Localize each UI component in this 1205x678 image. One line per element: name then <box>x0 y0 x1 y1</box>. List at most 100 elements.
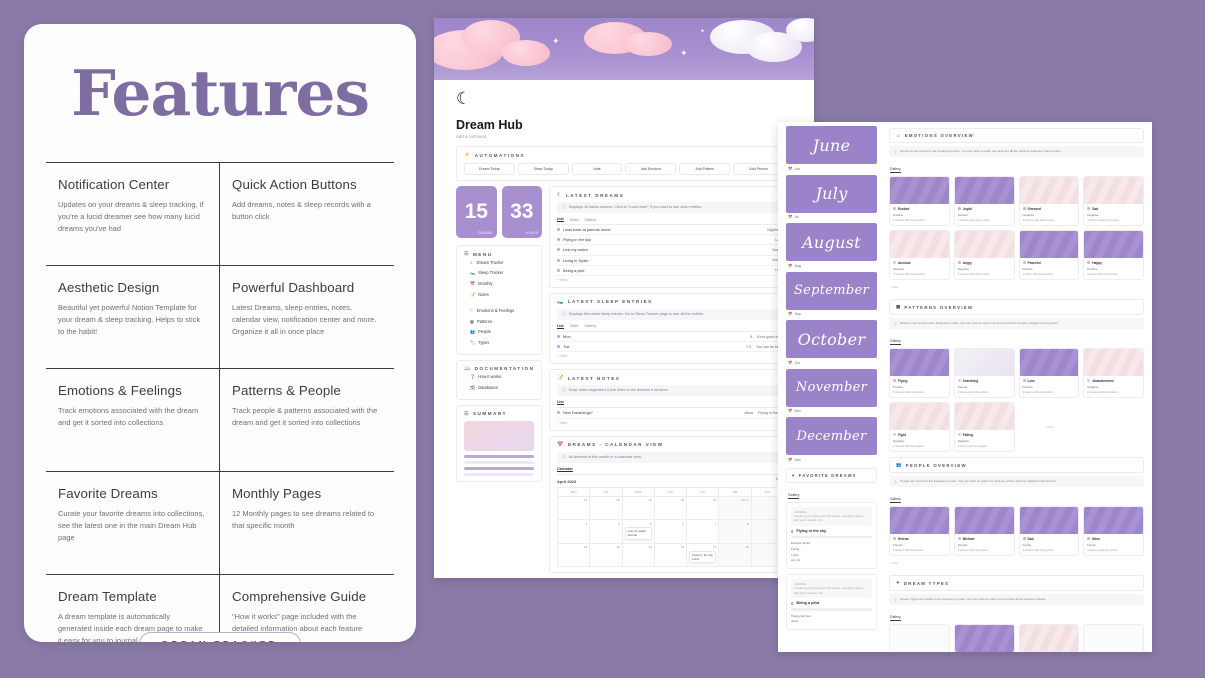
tab-gallery[interactable]: Gallery <box>890 497 901 503</box>
grid-icon: ▦ <box>896 304 902 309</box>
calendar-cell[interactable]: 11 <box>590 543 623 567</box>
person-card[interactable]: Dad Family 3 dreams with this person <box>1018 506 1080 556</box>
stat-card-dreams[interactable]: 15 DREAMS <box>456 186 497 238</box>
month-card-november[interactable]: November 📅 Nov <box>786 368 877 413</box>
calendar-cell[interactable]: 27 <box>558 496 591 520</box>
calendar-cell[interactable]: 15 <box>719 543 752 567</box>
tab-list[interactable]: List <box>557 400 564 406</box>
person-card[interactable]: Michael Friends 4 dreams with this person <box>953 506 1015 556</box>
tab-gallery[interactable]: Gallery <box>890 615 901 621</box>
table-row[interactable]: I was back at parents home Nightmare <box>557 225 784 236</box>
dream-type-card[interactable] <box>1018 624 1080 652</box>
month-card-july[interactable]: July 📅 Jul <box>786 174 877 219</box>
tab-list[interactable]: List <box>557 217 564 222</box>
menu-item-sleep-tracker[interactable]: 🛌 Sleep Tracker <box>464 267 534 278</box>
new-card-button[interactable]: + New <box>889 556 1144 570</box>
table-row[interactable]: Tue 7.5 You can do better <box>557 342 784 353</box>
pattern-card[interactable]: Love Positive 3 dreams with this pattern <box>1018 348 1080 398</box>
table-row[interactable]: Flying in the sky Lucid <box>557 235 784 246</box>
tab-gallery[interactable]: Gallery <box>584 324 596 329</box>
card-cover <box>1084 177 1143 204</box>
menu-item-dream-tracker[interactable]: ☾ Dream Tracker <box>464 257 534 267</box>
doc-item-databases[interactable]: 🗃 Databases <box>464 383 534 394</box>
pattern-card[interactable]: Fight Negative 2 dreams with this pattern <box>889 402 950 452</box>
calendar-event[interactable]: Lost my watch Normal <box>624 527 652 540</box>
tab-gallery[interactable]: Gallery <box>788 493 800 499</box>
emotion-card[interactable]: Happy Positive 1 dream with this emotion <box>1083 230 1144 280</box>
emotion-card[interactable]: Excited Positive 5 dreams with this emotio… <box>889 176 950 226</box>
new-row-button[interactable]: + New <box>557 276 784 282</box>
menu-item-monthly[interactable]: 📅 Monthly <box>464 278 534 289</box>
person-card[interactable]: Mom Family 3 dreams with this person <box>1083 506 1144 556</box>
automation-button-add-emotion[interactable]: Add Emotion <box>625 163 677 175</box>
emotion-card[interactable]: Anxious Negative 2 dreams with this emotio… <box>889 230 950 280</box>
favorite-dream-card[interactable]: JOURNAL I dreamt you're flying over the … <box>786 573 877 630</box>
month-card-september[interactable]: September 📅 Sep <box>786 271 877 316</box>
calendar-cell[interactable]: 6 <box>654 520 688 544</box>
emotion-card[interactable]: Joyful Positive 4 dreams with this emotion <box>953 176 1015 226</box>
tab-calendar[interactable]: Calendar <box>557 467 573 472</box>
calendar-cell[interactable]: Apr 1 <box>719 496 752 520</box>
emotion-card[interactable]: Peaceful Positive 1 dream with this emotio… <box>1018 230 1080 280</box>
table-row[interactable]: Being a pilot Lucid <box>557 266 784 276</box>
new-row-button[interactable]: + New <box>557 419 784 425</box>
calendar-cell[interactable]: 7 <box>687 520 720 544</box>
stat-card-hours[interactable]: 33 HOURS <box>501 186 542 238</box>
calendar-cell[interactable]: 4 <box>590 520 623 544</box>
calendar-cell[interactable]: 5 Lost my watch Normal <box>622 520 655 544</box>
calendar-cell[interactable]: 30 <box>654 496 688 520</box>
favorite-dream-card[interactable]: JOURNAL I dreamt you're flying over the … <box>786 501 877 569</box>
table-row[interactable]: Lost my watch Normal <box>557 245 784 256</box>
new-row-button[interactable]: + New <box>557 352 784 358</box>
emotion-card[interactable]: Stressed Negative 3 dreams with this emoti… <box>1018 176 1080 226</box>
table-row[interactable]: Mon 88 hrs good sleep <box>557 332 784 343</box>
automation-button-sleep-today[interactable]: Sleep Today <box>517 163 569 175</box>
calendar-cell[interactable]: 31 <box>687 496 720 520</box>
automation-button-dream-today[interactable]: Dream Today <box>464 163 515 175</box>
dot-icon <box>1022 207 1026 210</box>
menu-item-emotions-feelings[interactable]: ♡ Emotions & Feelings <box>464 306 534 316</box>
tab-gallery[interactable]: Gallery <box>584 217 596 222</box>
menu-item-notes[interactable]: 📝 Notes <box>464 290 534 301</box>
calendar-event[interactable]: Flying in the sky Lucid <box>689 550 717 564</box>
new-card-button[interactable]: + New <box>889 280 1144 294</box>
dream-type-card[interactable] <box>953 624 1015 652</box>
tab-list[interactable]: List <box>557 324 564 329</box>
tab-gallery[interactable]: Gallery <box>890 167 901 173</box>
pattern-card[interactable]: Abandonment Negative 2 dreams with this pa… <box>1083 348 1144 398</box>
automation-button-note[interactable]: Note <box>571 163 623 175</box>
calendar-cell[interactable]: 12 <box>622 543 655 567</box>
new-card-button[interactable]: + New <box>1019 402 1080 452</box>
tab-table[interactable]: Table <box>570 217 579 222</box>
menu-item-people[interactable]: 👥 People <box>464 326 534 337</box>
person-card[interactable]: Helena Friends 5 dreams with this person <box>889 506 950 556</box>
emotion-card[interactable]: Sad Negative 3 dreams with this emotion <box>1083 176 1144 226</box>
menu-item-types[interactable]: 🏷 Types <box>464 337 534 348</box>
calendar-cell[interactable]: 29 <box>622 496 655 520</box>
month-card-october[interactable]: October 📅 Oct <box>786 320 877 365</box>
automation-button-add-pattern[interactable]: Add Pattern <box>679 163 731 175</box>
calendar-cell[interactable]: 3 <box>558 520 591 544</box>
calendar-cell[interactable]: 8 <box>719 520 752 544</box>
table-row[interactable]: New Dreamings? Ideas Flying in the sky <box>557 408 784 419</box>
calendar-cell[interactable]: 28 <box>590 496 623 520</box>
pattern-card[interactable]: Flying Positive 5 dreams with this pattern <box>889 348 950 398</box>
month-card-august[interactable]: August 📅 Aug <box>786 223 877 268</box>
pattern-card[interactable]: Searching Neutral 3 dreams with this patte… <box>953 348 1015 398</box>
month-card-december[interactable]: December 📅 Dec <box>786 417 877 462</box>
tab-table[interactable]: Table <box>570 324 579 329</box>
tab-gallery[interactable]: Gallery <box>890 339 901 345</box>
calendar-cell[interactable]: 13 <box>654 543 688 567</box>
feature-description: 12 Monthly pages to see dreams related t… <box>232 509 375 531</box>
calendar-cell[interactable]: 14 Flying in the sky Lucid <box>687 543 720 567</box>
menu-item-patterns[interactable]: ▦ Patterns <box>464 316 534 326</box>
dream-type-card[interactable] <box>1083 624 1144 652</box>
table-row[interactable]: Living in Spain Normal <box>557 256 784 266</box>
automation-button-add-person[interactable]: Add Person <box>733 163 784 175</box>
calendar-cell[interactable]: 10 <box>558 543 591 567</box>
pattern-card[interactable]: Falling Negative 1 dream with this pattern <box>953 402 1015 452</box>
dream-type-card[interactable] <box>889 624 950 652</box>
month-card-june[interactable]: June 📅 Jun <box>786 126 877 171</box>
emotion-card[interactable]: Angry Negative 2 dreams with this emotion <box>953 230 1015 280</box>
doc-item-how-it-works[interactable]: ❓ How it works <box>464 372 534 383</box>
